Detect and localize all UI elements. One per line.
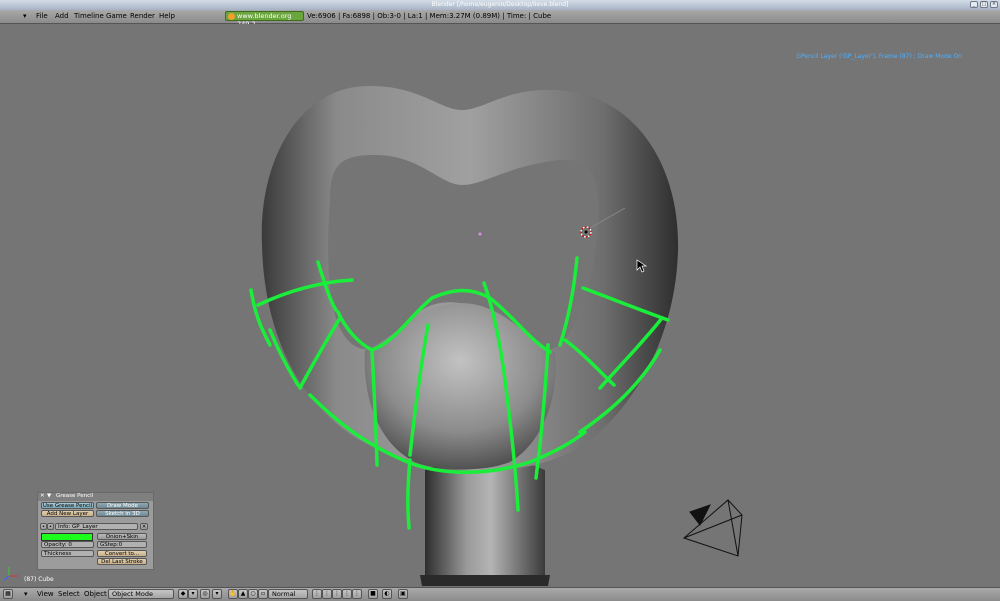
sketch-in-3d-toggle[interactable]: Sketch in 3D xyxy=(96,510,149,517)
maximize-button[interactable]: □ xyxy=(980,1,988,8)
gp-stroke xyxy=(249,288,272,347)
delete-last-stroke-button[interactable]: Del Last Stroke xyxy=(97,558,147,565)
viewport-status: (87) Cube xyxy=(24,576,54,583)
gp-stroke xyxy=(406,458,412,530)
menu-game[interactable]: Game xyxy=(106,12,127,20)
scene-stats: Ve:6906 | Fa:6898 | Ob:3-0 | La:1 | Mem:… xyxy=(307,12,552,20)
manipulator-hand-icon[interactable]: ✋ xyxy=(228,589,238,599)
layer-lock-icon[interactable]: • xyxy=(40,523,47,530)
view-axis-icon xyxy=(3,567,18,581)
close-button[interactable]: × xyxy=(990,1,998,8)
use-grease-pencil-toggle[interactable]: Use Grease Pencil xyxy=(41,502,94,509)
layer-name-field[interactable]: Info: GP_Layer xyxy=(55,523,138,530)
delete-layer-icon[interactable]: ✕ xyxy=(140,523,148,530)
add-new-layer-button[interactable]: Add New Layer xyxy=(41,510,94,517)
menu-file[interactable]: File xyxy=(36,12,48,20)
menu-render[interactable]: Render xyxy=(130,12,155,20)
render-icon[interactable]: ▣ xyxy=(398,589,408,599)
menu-timeline[interactable]: Timeline xyxy=(74,12,104,20)
scale-icon[interactable]: ▫ xyxy=(258,589,268,599)
grease-pencil-info: GPencil Layer ('GP_Layer'), Frame (87) ;… xyxy=(796,53,962,60)
draw-mode-toggle[interactable]: Draw Mode xyxy=(96,502,149,509)
menu-select[interactable]: Select xyxy=(58,590,80,598)
minimize-button[interactable]: _ xyxy=(970,1,978,8)
view3d-header: ▦ ▾ View Select Object Object Mode ◆ ▾ ◎… xyxy=(0,587,1000,601)
panel-header[interactable]: ✕ ▼ Grease Pencil xyxy=(38,493,153,501)
layer-grid-icon[interactable]: ⋮ xyxy=(332,589,342,599)
panel-collapse-icon[interactable]: ▼ xyxy=(47,493,51,499)
draw-type-dropdown-icon[interactable]: ▾ xyxy=(188,589,198,599)
editor-type-icon[interactable]: ▦ xyxy=(3,589,13,599)
convert-to-button[interactable]: Convert to... xyxy=(97,550,147,557)
layer-grid-icon[interactable]: ⋮ xyxy=(322,589,332,599)
pivot-dropdown-icon[interactable]: ▾ xyxy=(212,589,222,599)
menu-view[interactable]: View xyxy=(37,590,54,598)
layer-grid-icon[interactable]: ⋮ xyxy=(312,589,322,599)
thickness-slider[interactable]: Thickness xyxy=(41,550,94,557)
menu-help[interactable]: Help xyxy=(159,12,175,20)
object-bulge xyxy=(364,303,556,470)
stroke-color-swatch[interactable] xyxy=(41,533,93,541)
blender-logo-icon xyxy=(228,13,235,20)
orientation-value: Normal xyxy=(272,590,296,598)
top-menu-bar: ▾ File Add Timeline Game Render Help www… xyxy=(0,10,1000,28)
blender-url-badge[interactable]: www.blender.org 249.2 xyxy=(225,11,304,28)
header-menu-toggle-icon[interactable]: ▾ xyxy=(23,12,27,20)
3d-cursor-icon xyxy=(580,226,592,238)
object-base xyxy=(420,575,550,586)
window-title: Blender [/home/eugenio/Desktop/lieve.ble… xyxy=(431,1,569,8)
rotate-icon[interactable]: ○ xyxy=(248,589,258,599)
object-stem xyxy=(425,457,545,585)
mode-select-value: Object Mode xyxy=(112,590,153,598)
mode-select[interactable]: Object Mode xyxy=(108,589,174,599)
onion-skin-toggle[interactable]: Onion+Skin xyxy=(97,533,147,540)
layer-grid-icon[interactable]: ⋮ xyxy=(342,589,352,599)
translate-icon[interactable]: ▲ xyxy=(238,589,248,599)
menu-add[interactable]: Add xyxy=(55,12,69,20)
layer-hide-icon[interactable]: • xyxy=(47,523,54,530)
camera-object xyxy=(683,499,743,557)
object-origin-dot xyxy=(478,232,482,236)
orientation-select[interactable]: Normal xyxy=(268,589,308,599)
menu-object[interactable]: Object xyxy=(84,590,107,598)
pivot-icon[interactable]: ◎ xyxy=(200,589,210,599)
draw-type-icon[interactable]: ◆ xyxy=(178,589,188,599)
panel-close-icon[interactable]: ✕ xyxy=(40,493,45,499)
opacity-slider[interactable]: Opacity: 0 xyxy=(41,541,94,548)
render-preview-icon[interactable]: ◐ xyxy=(382,589,392,599)
layer-grid-icon[interactable]: ⋮ xyxy=(352,589,362,599)
lock-layer-icon[interactable]: ■ xyxy=(368,589,378,599)
panel-title: Grease Pencil xyxy=(56,493,94,499)
header-collapse-icon[interactable]: ▾ xyxy=(24,590,28,598)
gstep-field[interactable]: GStep:0 xyxy=(97,541,147,548)
